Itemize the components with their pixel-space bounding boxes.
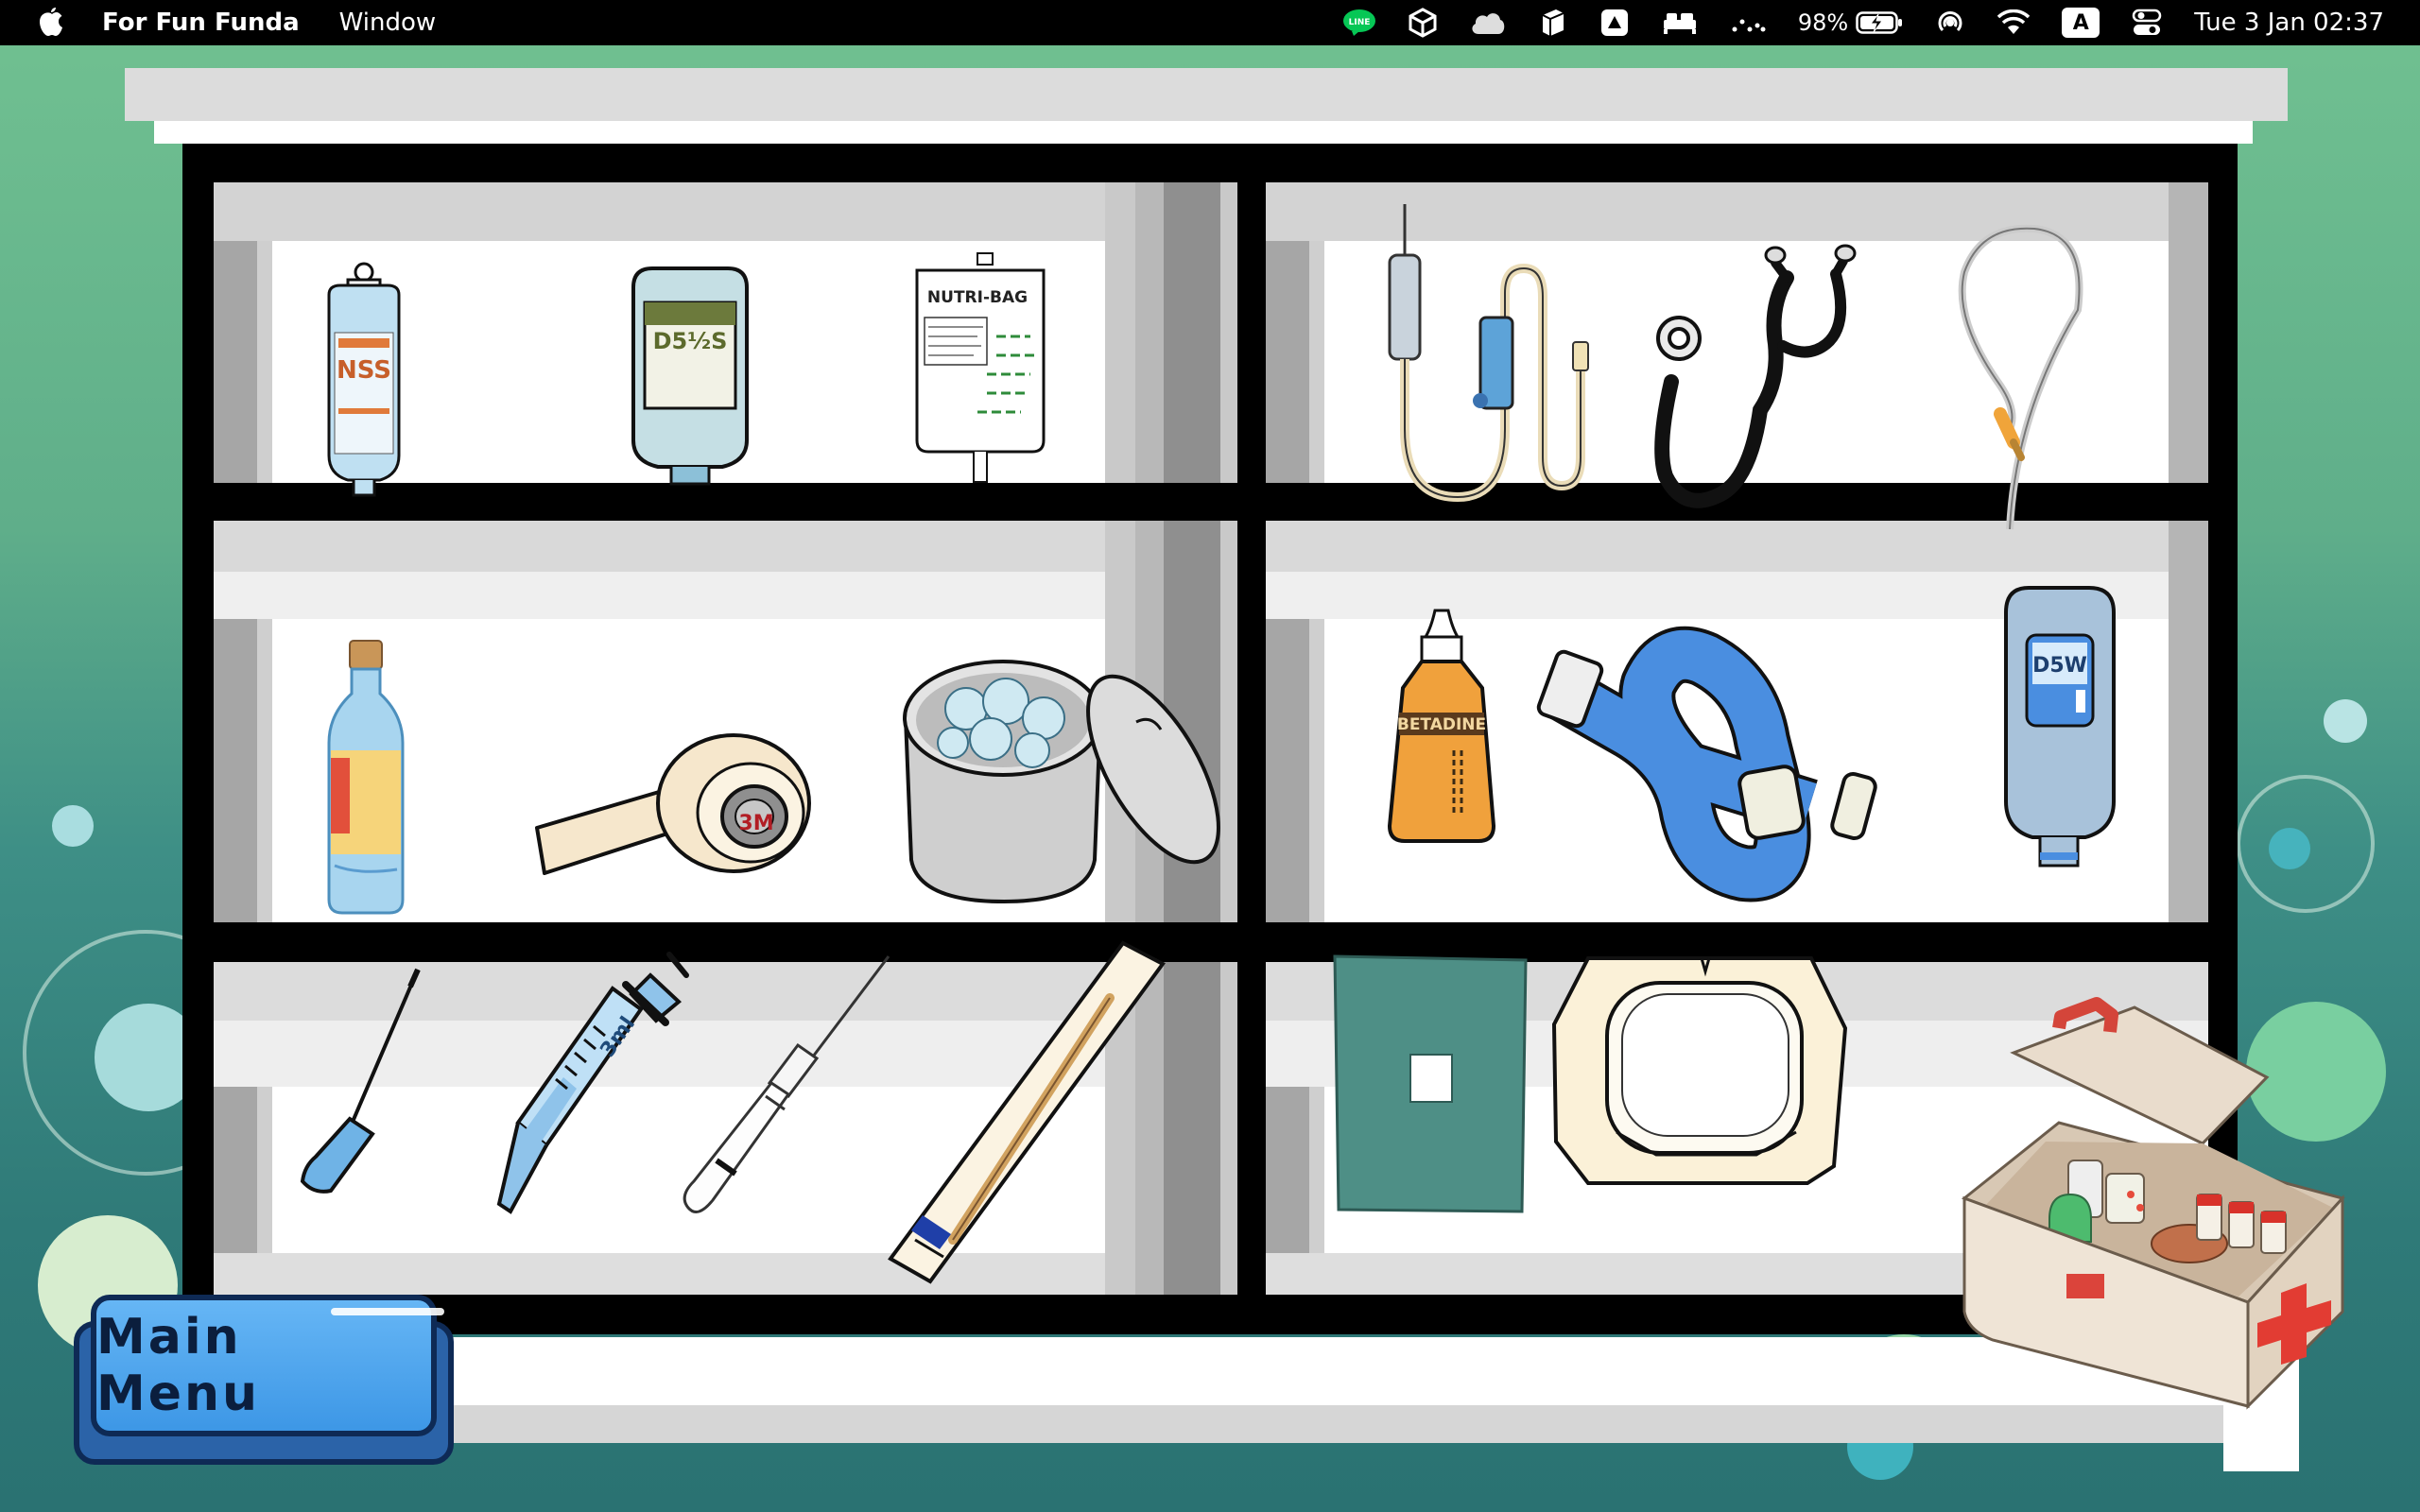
line-icon[interactable]: LINE — [1342, 9, 1376, 37]
medical-tape-icon[interactable]: 3M — [535, 724, 819, 879]
betadine-label: BETADINE — [1397, 715, 1486, 734]
sterile-drape-icon[interactable] — [1333, 954, 1528, 1213]
control-center-icon[interactable] — [2132, 9, 2162, 37]
battery-percent: 98% — [1797, 9, 1849, 36]
airdrop-icon[interactable] — [1935, 8, 1965, 38]
d5w-label: D5W — [2032, 654, 2087, 678]
menu-bar: For Fun Funda Window LINE 98% A Tue 3 Ja… — [0, 0, 2420, 45]
apple-icon[interactable] — [36, 7, 66, 39]
cabinet-base-end — [2223, 1405, 2299, 1471]
keyboard-badge: A — [2062, 8, 2100, 38]
cloud-icon[interactable] — [1469, 9, 1507, 36]
nss-iv-bag-icon[interactable]: NSS — [320, 257, 408, 503]
dots-icon[interactable] — [1730, 10, 1766, 35]
nutri-label: NUTRI-BAG — [927, 288, 1028, 307]
iv-cannula-icon[interactable] — [675, 954, 892, 1228]
bubble-decoration — [2269, 828, 2310, 869]
d5-half-s-iv-bag-icon[interactable]: D5½S — [624, 261, 756, 497]
battery-icon[interactable]: 98% — [1798, 9, 1903, 36]
catheter-tube-icon[interactable] — [1944, 224, 2085, 531]
window-menu[interactable]: Window — [339, 9, 437, 37]
bubble-decoration — [52, 805, 94, 847]
d5s-label: D5½S — [653, 328, 728, 354]
svg-text:LINE: LINE — [1349, 18, 1371, 27]
cabinet-top-molding — [125, 68, 2288, 121]
tape-label: 3M — [738, 812, 773, 835]
nutri-bag-icon[interactable]: NUTRI-BAG — [911, 251, 1049, 486]
tourniquet-icon[interactable] — [1536, 626, 1885, 902]
app-name-menu[interactable]: For Fun Funda — [102, 9, 300, 37]
stethoscope-icon[interactable] — [1647, 240, 1857, 508]
bed-icon[interactable] — [1662, 10, 1698, 35]
cabinet-base-shadow — [422, 1405, 2299, 1443]
sterile-swab-icon[interactable] — [887, 940, 1167, 1284]
status-area: LINE 98% A Tue 3 Jan 02:37 — [1342, 0, 2420, 45]
keyboard-icon[interactable]: A — [2062, 8, 2100, 38]
cotton-ball-jar-icon[interactable] — [900, 652, 1220, 905]
drive-icon[interactable] — [1599, 8, 1630, 38]
syringe-3ml-icon[interactable]: 3ml — [490, 947, 689, 1230]
main-menu-button[interactable]: Main Menu — [74, 1295, 454, 1465]
main-menu-label: Main Menu — [96, 1309, 261, 1422]
needle-icon[interactable] — [293, 968, 425, 1194]
iv-set-icon[interactable] — [1373, 202, 1592, 507]
bubble-decoration — [2324, 699, 2367, 743]
betadine-bottle-icon[interactable]: BETADINE — [1384, 609, 1499, 845]
transparent-dressing-icon[interactable] — [1550, 953, 1849, 1185]
unity-icon[interactable] — [1409, 8, 1437, 38]
cabinet-top-trim — [154, 121, 2253, 144]
alcohol-bottle-icon[interactable] — [321, 639, 410, 915]
wifi-icon[interactable] — [1997, 9, 2031, 36]
menubar-clock[interactable]: Tue 3 Jan 02:37 — [2194, 9, 2384, 37]
first-aid-kit-icon[interactable] — [1955, 997, 2390, 1410]
nss-label: NSS — [337, 356, 391, 385]
box-icon[interactable] — [1539, 8, 1567, 38]
d5w-iv-bag-icon[interactable]: D5W — [1995, 582, 2123, 879]
